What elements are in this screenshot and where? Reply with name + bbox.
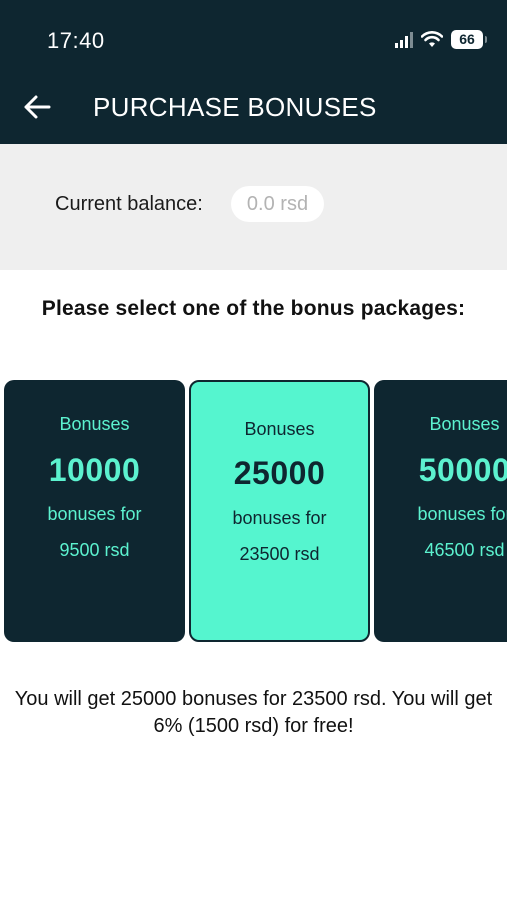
package-price: 9500 rsd bbox=[59, 540, 130, 560]
status-bar: 17:40 66 bbox=[0, 0, 507, 76]
package-price: 46500 rsd bbox=[424, 540, 505, 560]
package-price: 23500 rsd bbox=[239, 544, 320, 564]
package-card-50000[interactable]: Bonuses 50000 bonuses for 46500 rsd bbox=[374, 380, 507, 642]
package-card-content: Bonuses 50000 bonuses for 46500 rsd bbox=[374, 380, 507, 642]
signal-icon bbox=[395, 31, 413, 48]
balance-value: 0.0 rsd bbox=[231, 186, 324, 222]
package-subtitle: bonuses for bbox=[417, 504, 507, 524]
package-card-10000[interactable]: Bonuses 10000 bonuses for 9500 rsd bbox=[4, 380, 185, 642]
package-amount: 10000 bbox=[48, 452, 141, 488]
wifi-icon bbox=[421, 31, 443, 47]
package-title: Bonuses bbox=[429, 414, 500, 434]
package-subtitle: bonuses for bbox=[232, 508, 327, 528]
page-title: PURCHASE BONUSES bbox=[93, 92, 377, 122]
package-title: Bonuses bbox=[244, 419, 315, 439]
battery-icon: 66 bbox=[451, 30, 487, 49]
package-card-25000[interactable]: Bonuses 25000 bonuses for 23500 rsd bbox=[189, 380, 370, 642]
instruction-text: Please select one of the bonus packages: bbox=[41, 297, 466, 320]
summary-text: You will get 25000 bonuses for 23500 rsd… bbox=[14, 688, 493, 737]
balance-section: Current balance: 0.0 rsd bbox=[0, 144, 507, 270]
balance-label: Current balance: bbox=[55, 193, 203, 215]
status-time: 17:40 bbox=[47, 28, 105, 53]
back-button[interactable] bbox=[20, 90, 54, 124]
package-subtitle: bonuses for bbox=[47, 504, 142, 524]
package-amount: 25000 bbox=[233, 455, 326, 491]
arrow-left-icon bbox=[24, 95, 51, 119]
package-amount: 50000 bbox=[418, 452, 507, 488]
app-bar: PURCHASE BONUSES bbox=[0, 76, 507, 144]
status-icons: 66 bbox=[395, 30, 487, 49]
package-title: Bonuses bbox=[59, 414, 130, 434]
